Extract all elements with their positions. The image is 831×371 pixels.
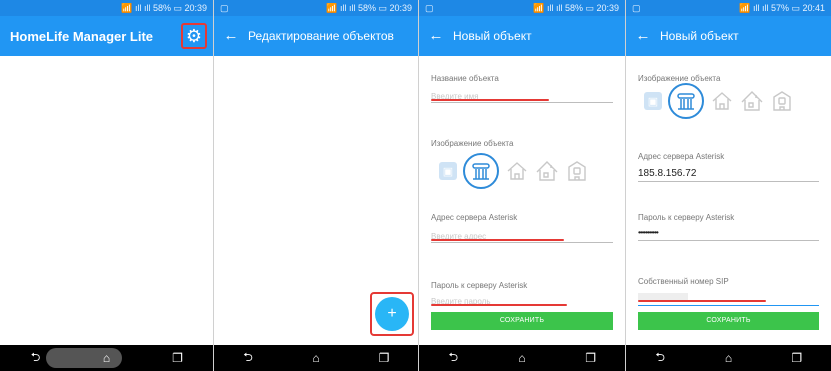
server-label: Адрес сервера Asterisk: [638, 152, 725, 161]
image-label: Изображение объекта: [431, 139, 514, 148]
nav-bar: ⮌ ⌂ ❐: [214, 345, 418, 371]
save-button[interactable]: СОХРАНИТЬ: [431, 312, 613, 330]
home-nav-icon[interactable]: ⌂: [92, 351, 122, 365]
home-nav-icon[interactable]: ⌂: [507, 351, 537, 365]
password-underline: [638, 240, 819, 241]
app-title: HomeLife Manager Lite: [10, 28, 154, 44]
page-title: Новый объект: [453, 29, 532, 43]
page-title: Редактирование объектов: [248, 29, 394, 43]
page-title: Новый объект: [660, 29, 739, 43]
cottage-icon[interactable]: [535, 159, 559, 183]
nav-bar: ⮌ ⌂ ❐: [0, 345, 213, 371]
back-arrow-icon[interactable]: ←: [214, 16, 248, 56]
nav-bar: ⮌ ⌂ ❐: [626, 345, 831, 371]
recent-apps-icon[interactable]: ❐: [163, 351, 193, 365]
status-indicators: 📶 ıll ıll 58% ▭ 20:39: [121, 3, 207, 13]
image-picker: ▣: [439, 153, 589, 189]
back-arrow-icon[interactable]: ←: [419, 16, 453, 56]
status-indicators: 📶 ıll ıll 58% ▭ 20:39: [533, 3, 619, 13]
status-bar: 📶 ıll ıll 58% ▭ 20:39: [0, 0, 213, 16]
server-highlight: [431, 239, 564, 241]
screen-new-object-empty: ▢ 📶 ıll ıll 58% ▭ 20:39 ← Новый объект Н…: [419, 0, 626, 371]
back-nav-icon[interactable]: ⮌: [233, 348, 263, 369]
sip-underline: [638, 305, 819, 306]
notification-icon: ▢: [220, 3, 229, 13]
camera-icon[interactable]: ▣: [644, 92, 662, 110]
image-picker: ▣: [644, 83, 794, 119]
apartment-icon[interactable]: [565, 159, 589, 183]
image-label: Изображение объекта: [638, 74, 721, 83]
status-bar: ▢ 📶 ıll ıll 57% ▭ 20:41: [626, 0, 831, 16]
sip-highlight: [638, 300, 766, 302]
server-input[interactable]: 185.8.156.72: [638, 168, 696, 179]
screen-home: 📶 ıll ıll 58% ▭ 20:39 HomeLife Manager L…: [0, 0, 214, 371]
status-bar: ▢ 📶 ıll ıll 58% ▭ 20:39: [419, 0, 625, 16]
status-indicators: 📶 ıll ıll 57% ▭ 20:41: [739, 3, 825, 13]
notification-icon: ▢: [632, 3, 641, 13]
app-bar: ← Новый объект: [419, 16, 625, 56]
password-label: Пароль к серверу Asterisk: [431, 281, 528, 290]
back-nav-icon[interactable]: ⮌: [645, 348, 675, 369]
home-nav-icon[interactable]: ⌂: [713, 351, 743, 365]
status-indicators: 📶 ıll ıll 58% ▭ 20:39: [326, 3, 412, 13]
recent-apps-icon[interactable]: ❐: [782, 351, 812, 365]
save-button[interactable]: СОХРАНИТЬ: [638, 312, 819, 330]
status-bar: ▢ 📶 ıll ıll 58% ▭ 20:39: [214, 0, 418, 16]
recent-apps-icon[interactable]: ❐: [576, 351, 606, 365]
server-underline: [638, 181, 819, 182]
name-underline: [431, 102, 613, 103]
name-highlight: [431, 99, 549, 101]
password-input[interactable]: •••••••••••: [638, 228, 659, 237]
add-object-button[interactable]: +: [375, 297, 409, 331]
settings-button[interactable]: ⚙: [181, 23, 207, 49]
sip-label: Собственный номер SIP: [638, 277, 729, 286]
cottage-icon[interactable]: [740, 89, 764, 113]
recent-apps-icon[interactable]: ❐: [369, 351, 399, 365]
app-bar: ← Новый объект: [626, 16, 831, 56]
password-label: Пароль к серверу Asterisk: [638, 213, 735, 222]
camera-icon[interactable]: ▣: [439, 162, 457, 180]
house-icon[interactable]: [505, 159, 529, 183]
screen-edit-objects: ▢ 📶 ıll ıll 58% ▭ 20:39 ← Редактирование…: [214, 0, 419, 371]
app-bar: HomeLife Manager Lite ⚙: [0, 16, 213, 56]
back-nav-icon[interactable]: ⮌: [438, 348, 468, 369]
server-underline: [431, 242, 613, 243]
name-label: Название объекта: [431, 74, 499, 83]
house-icon[interactable]: [710, 89, 734, 113]
apartment-icon[interactable]: [770, 89, 794, 113]
notification-icon: ▢: [425, 3, 434, 13]
back-arrow-icon[interactable]: ←: [626, 16, 660, 56]
building-icon[interactable]: [463, 153, 499, 189]
nav-bar: ⮌ ⌂ ❐: [419, 345, 625, 371]
password-highlight: [431, 304, 567, 306]
gear-icon: ⚙: [185, 25, 203, 46]
building-icon[interactable]: [668, 83, 704, 119]
app-bar: ← Редактирование объектов: [214, 16, 418, 56]
home-nav-icon[interactable]: ⌂: [301, 351, 331, 365]
server-label: Адрес сервера Asterisk: [431, 213, 518, 222]
screen-new-object-filled: ▢ 📶 ıll ıll 57% ▭ 20:41 ← Новый объект И…: [626, 0, 831, 371]
